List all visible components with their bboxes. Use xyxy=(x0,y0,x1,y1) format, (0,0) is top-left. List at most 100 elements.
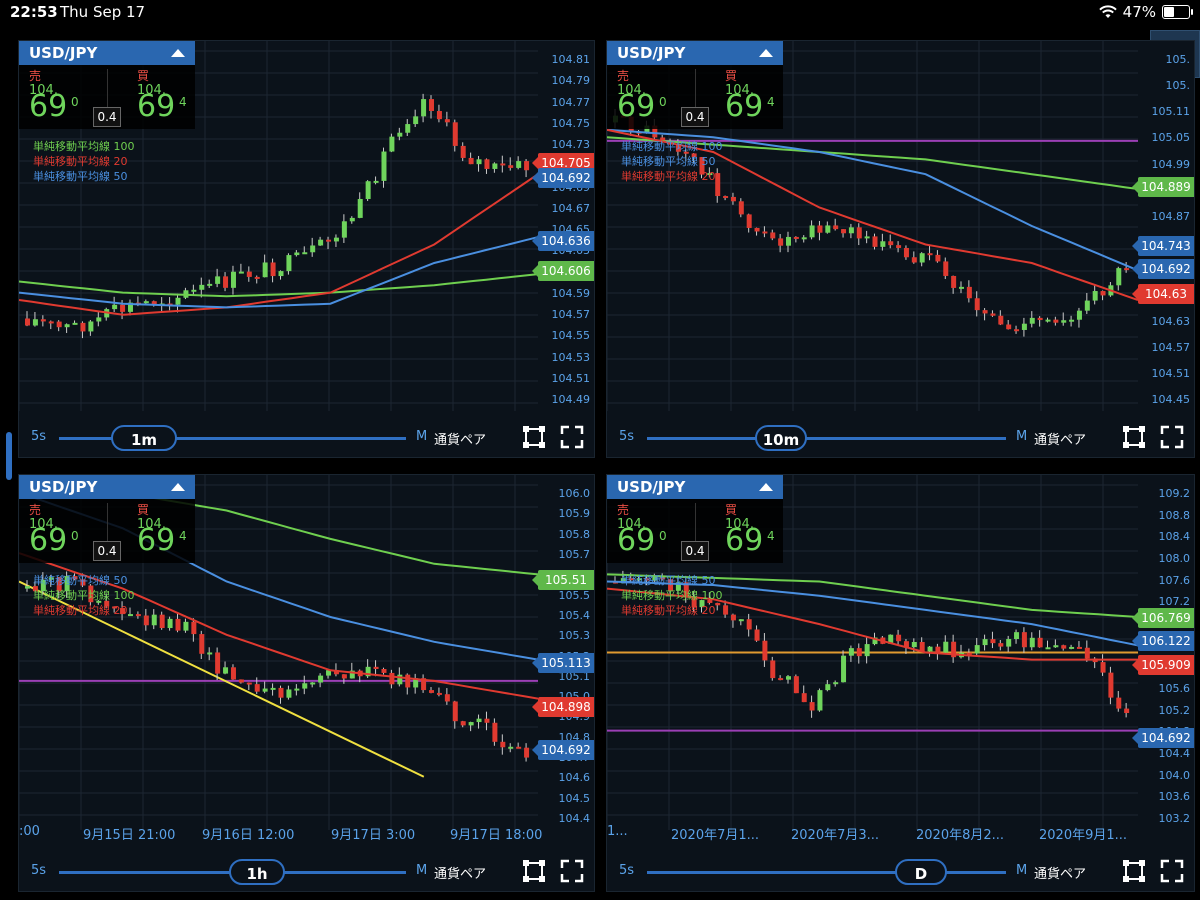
timeframe-slider-knob[interactable]: 1h xyxy=(229,859,285,885)
chart-panel[interactable]: 106.0105.9105.8105.7105.6105.5105.4105.3… xyxy=(18,474,595,892)
drawing-tool-icon[interactable] xyxy=(1122,859,1146,883)
chart-panel[interactable]: 104.81104.79104.77104.75104.73104.71104.… xyxy=(18,40,595,458)
pair-selector[interactable]: USD/JPY xyxy=(19,41,195,65)
y-tick-label: 104.45 xyxy=(1151,393,1191,406)
candle xyxy=(786,676,791,680)
candle xyxy=(175,618,181,631)
chart-panel[interactable]: 105.105.105.11105.05104.99104.93104.8710… xyxy=(606,40,1195,458)
pair-selector[interactable]: USD/JPY xyxy=(607,41,783,65)
timeframe-slider-track[interactable] xyxy=(647,437,1006,440)
candle xyxy=(357,198,363,218)
date: Thu Sep 17 xyxy=(60,3,146,21)
sell-label: 売 xyxy=(29,503,42,517)
candle xyxy=(1092,291,1098,301)
candle xyxy=(381,668,387,673)
timeframe-slider-knob[interactable]: 1m xyxy=(111,425,177,451)
candle xyxy=(254,684,260,692)
price-tag: 104.692 xyxy=(532,168,594,188)
buy-pip: 4 xyxy=(767,529,775,543)
y-tick-label: 107.6 xyxy=(1158,573,1191,587)
pair-selector[interactable]: USD/JPY xyxy=(607,475,783,499)
sell-price[interactable]: 69 xyxy=(29,523,67,558)
buy-pip: 4 xyxy=(179,95,187,109)
candle xyxy=(476,159,482,165)
candle xyxy=(460,145,466,158)
candle xyxy=(911,257,917,263)
fullscreen-icon[interactable] xyxy=(1160,425,1184,449)
candle xyxy=(270,687,276,690)
timeframe-controls: 5s 1m M 通貨ペア xyxy=(19,417,594,457)
ma-legend-item: 単純移動平均線 50 xyxy=(621,155,716,168)
candle xyxy=(1076,646,1082,649)
currency-pair-button[interactable]: 通貨ペア xyxy=(1034,429,1086,448)
candle xyxy=(848,648,854,656)
price-tag: 104.743 xyxy=(1132,236,1194,256)
candle xyxy=(48,321,54,324)
quote-body: 売 買 104. 69 0 104. 69 4 0.4 xyxy=(607,65,783,129)
fullscreen-icon[interactable] xyxy=(560,859,584,883)
pair-selector[interactable]: USD/JPY xyxy=(19,475,195,499)
collapse-triangle-icon[interactable] xyxy=(759,49,773,57)
candle xyxy=(911,642,917,648)
buy-price[interactable]: 69 xyxy=(137,89,175,124)
drawing-tool-icon[interactable] xyxy=(522,425,546,449)
candle xyxy=(254,276,260,279)
sell-price[interactable]: 69 xyxy=(617,523,655,558)
quote-box[interactable]: USD/JPY 売 買 104. 69 0 104. 69 4 0.4 xyxy=(607,475,783,563)
candle xyxy=(167,618,173,629)
candle xyxy=(349,217,355,222)
candle xyxy=(341,674,347,679)
y-tick-label: 104.59 xyxy=(551,286,591,300)
sell-price[interactable]: 69 xyxy=(29,89,67,124)
candle xyxy=(778,678,784,681)
timeframe-min-label: 5s xyxy=(619,863,635,878)
quote-box[interactable]: USD/JPY 売 買 104. 69 0 104. 69 4 0.4 xyxy=(607,41,783,129)
y-tick-label: 105.8 xyxy=(558,527,591,541)
candle xyxy=(143,615,149,626)
candle xyxy=(40,319,46,322)
currency-pair-button[interactable]: 通貨ペア xyxy=(434,863,486,882)
drawing-tool-icon[interactable] xyxy=(522,859,546,883)
candle xyxy=(1084,647,1090,659)
collapse-triangle-icon[interactable] xyxy=(171,483,185,491)
candle xyxy=(405,124,411,133)
quote-box[interactable]: USD/JPY 売 買 104. 69 0 104. 69 4 0.4 xyxy=(19,475,195,563)
sell-price[interactable]: 69 xyxy=(617,89,655,124)
candle xyxy=(397,132,403,137)
ma-legend-item: 単純移動平均線 20 xyxy=(621,604,716,617)
candle xyxy=(436,692,442,695)
y-tick-label: 104.55 xyxy=(551,329,591,343)
quote-box[interactable]: USD/JPY 売 買 104. 69 0 104. 69 4 0.4 xyxy=(19,41,195,129)
y-tick-label: 103.6 xyxy=(1158,790,1191,804)
candle xyxy=(460,721,466,726)
candle xyxy=(872,236,878,247)
sell-label: 売 xyxy=(617,69,630,83)
x-tick-label: 2020年8月2... xyxy=(916,828,1005,843)
fullscreen-icon[interactable] xyxy=(1160,859,1184,883)
currency-pair-button[interactable]: 通貨ペア xyxy=(434,429,486,448)
x-tick-label: 9月15日 21:00 xyxy=(83,828,176,843)
buy-price[interactable]: 69 xyxy=(725,89,763,124)
timeframe-slider-track[interactable] xyxy=(647,871,1006,874)
currency-pair-button[interactable]: 通貨ペア xyxy=(1034,863,1086,882)
x-tick-label: :00 xyxy=(19,824,40,839)
candle xyxy=(246,682,252,685)
chart-panel[interactable]: 109.2108.8108.4108.0107.6107.2106.8106.4… xyxy=(606,474,1195,892)
candle xyxy=(1014,329,1020,332)
candle xyxy=(723,196,729,199)
fullscreen-icon[interactable] xyxy=(560,425,584,449)
candle xyxy=(381,151,387,181)
timeframe-slider-knob[interactable]: D xyxy=(895,859,947,885)
candle xyxy=(452,701,458,722)
buy-price[interactable]: 69 xyxy=(137,523,175,558)
candle xyxy=(397,674,403,685)
collapse-triangle-icon[interactable] xyxy=(171,49,185,57)
candle xyxy=(230,271,236,288)
timeframe-slider-knob[interactable]: 10m xyxy=(755,425,807,451)
collapse-triangle-icon[interactable] xyxy=(759,483,773,491)
drawing-tool-icon[interactable] xyxy=(1122,425,1146,449)
side-drawer-handle[interactable] xyxy=(6,432,12,480)
buy-price[interactable]: 69 xyxy=(725,523,763,558)
candle xyxy=(286,689,292,698)
candle xyxy=(151,614,157,626)
